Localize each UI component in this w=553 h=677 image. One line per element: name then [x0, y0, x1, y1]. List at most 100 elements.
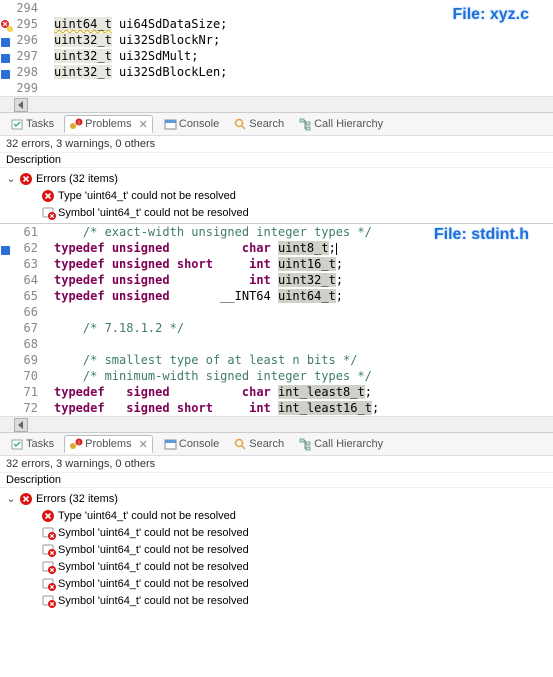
column-description-1[interactable]: Description [0, 152, 553, 168]
code-text: /* minimum-width signed integer types */ [54, 369, 372, 383]
code-line[interactable]: 66 [0, 304, 553, 320]
problem-text: Symbol 'uint64_t' could not be resolved [56, 207, 249, 219]
tab-call-hierarchy[interactable]: Call Hierarchy [294, 436, 387, 452]
problem-text: Symbol 'uint64_t' could not be resolved [56, 544, 249, 556]
problem-text: Symbol 'uint64_t' could not be resolved [56, 578, 249, 590]
console-icon [163, 437, 177, 451]
code-line[interactable]: 64typedef unsigned int uint32_t; [0, 272, 553, 288]
tree-errors-group[interactable]: ⌄ Errors (32 items) [0, 170, 553, 187]
code-line[interactable]: 65typedef unsigned __INT64 uint64_t; [0, 288, 553, 304]
code-line[interactable]: 297uint32_t ui32SdMult; [0, 48, 553, 64]
tab-search[interactable]: Search [229, 436, 288, 452]
problem-item[interactable]: Type 'uint64_t' could not be resolved [0, 507, 553, 524]
line-number: 297 [0, 49, 42, 63]
code-line[interactable]: 295uint64_t ui64SdDataSize; [0, 16, 553, 32]
code-line[interactable]: 294 [0, 0, 553, 16]
code-text: uint32_t ui32SdBlockLen; [54, 65, 227, 79]
code-text: typedef unsigned __INT64 uint64_t; [54, 289, 343, 303]
tab-problems[interactable]: Problems ✕ [64, 115, 153, 133]
problem-item[interactable]: Symbol 'uint64_t' could not be resolved [0, 558, 553, 575]
errors-group-label: Errors (32 items) [34, 173, 118, 185]
warning-multi-icon [40, 205, 56, 221]
tab-tasks[interactable]: Tasks [6, 436, 58, 452]
code-line[interactable]: 62typedef unsigned char uint8_t; [0, 240, 553, 256]
line-number: 69 [0, 353, 42, 367]
tab-label: Call Hierarchy [314, 438, 383, 450]
tab-close-x[interactable]: ✕ [139, 118, 148, 131]
code-line[interactable]: 69 /* smallest type of at least n bits *… [0, 352, 553, 368]
tab-problems[interactable]: Problems ✕ [64, 435, 153, 453]
error-icon [40, 188, 56, 204]
tab-search[interactable]: Search [229, 116, 288, 132]
warning-multi-icon [40, 542, 56, 558]
code-line[interactable]: 67 /* 7.18.1.2 */ [0, 320, 553, 336]
tab-label: Problems [85, 118, 131, 130]
code-text: typedef signed char int_least8_t; [54, 385, 372, 399]
error-icon [40, 508, 56, 524]
line-number: 72 [0, 401, 42, 415]
hscrollbar-top[interactable] [0, 96, 553, 112]
tasks-icon [10, 117, 24, 131]
code-text: typedef unsigned int uint32_t; [54, 273, 343, 287]
hscroll-left-arrow[interactable] [14, 418, 28, 432]
breakpoint-icon[interactable] [0, 51, 12, 63]
code-text: uint32_t ui32SdBlockNr; [54, 33, 220, 47]
code-line[interactable]: 298uint32_t ui32SdBlockLen; [0, 64, 553, 80]
code-text: typedef signed short int int_least16_t; [54, 401, 379, 415]
tab-label: Search [249, 438, 284, 450]
line-number: 295 [0, 17, 42, 31]
tree-errors-group[interactable]: ⌄ Errors (32 items) [0, 490, 553, 507]
hscrollbar-mid[interactable] [0, 416, 553, 432]
breakpoint-icon[interactable] [0, 35, 12, 47]
code-line[interactable]: 63 typedef unsigned short int uint16_t; [0, 256, 553, 272]
code-line[interactable]: 72 typedef signed short int int_least16_t… [0, 400, 553, 416]
tab-console[interactable]: Console [159, 116, 223, 132]
line-number: 294 [0, 1, 42, 15]
problem-item[interactable]: Symbol 'uint64_t' could not be resolved [0, 592, 553, 609]
problem-text: Type 'uint64_t' could not be resolved [56, 190, 236, 202]
column-description-2[interactable]: Description [0, 472, 553, 488]
breakpoint-icon[interactable] [0, 243, 12, 255]
problem-text: Symbol 'uint64_t' could not be resolved [56, 595, 249, 607]
status-counts-2: 32 errors, 3 warnings, 0 others [0, 456, 553, 472]
code-line[interactable]: 61 /* exact-width unsigned integer types… [0, 224, 553, 240]
code-line[interactable]: 70 /* minimum-width signed integer types… [0, 368, 553, 384]
tab-label: Console [179, 438, 219, 450]
line-number: 66 [0, 305, 42, 319]
tab-close-x[interactable]: ✕ [139, 438, 148, 451]
problem-text: Symbol 'uint64_t' could not be resolved [56, 527, 249, 539]
code-text: typedef unsigned short int uint16_t; [54, 257, 343, 271]
warning-multi-icon [40, 576, 56, 592]
errors-group-label: Errors (32 items) [34, 493, 118, 505]
tab-label: Problems [85, 438, 131, 450]
warning-multi-icon [40, 593, 56, 609]
tab-call-hierarchy[interactable]: Call Hierarchy [294, 116, 387, 132]
warning-multi-icon [40, 525, 56, 541]
error-bulb-icon[interactable] [0, 19, 12, 31]
tab-label: Call Hierarchy [314, 118, 383, 130]
code-line[interactable]: 299 [0, 80, 553, 96]
problem-item[interactable]: Type 'uint64_t' could not be resolved [0, 187, 553, 204]
line-number: 63 [0, 257, 42, 271]
line-number: 71 [0, 385, 42, 399]
line-number: 70 [0, 369, 42, 383]
code-line[interactable]: 71 typedef signed char int_least8_t; [0, 384, 553, 400]
twisty-down-icon[interactable]: ⌄ [4, 172, 18, 185]
problem-item[interactable]: Symbol 'uint64_t' could not be resolved [0, 524, 553, 541]
code-text: /* smallest type of at least n bits */ [54, 353, 357, 367]
code-line[interactable]: 68 [0, 336, 553, 352]
problem-item[interactable]: Symbol 'uint64_t' could not be resolved [0, 541, 553, 558]
breakpoint-icon[interactable] [0, 67, 12, 79]
editor-stdint: File: stdint.h 61 /* exact-width unsigne… [0, 223, 553, 432]
line-number: 299 [0, 81, 42, 95]
problems-tree-1: ⌄ Errors (32 items) Type 'uint64_t' coul… [0, 168, 553, 223]
search-icon [233, 117, 247, 131]
tab-tasks[interactable]: Tasks [6, 116, 58, 132]
tab-console[interactable]: Console [159, 436, 223, 452]
twisty-down-icon[interactable]: ⌄ [4, 492, 18, 505]
problem-item[interactable]: Symbol 'uint64_t' could not be resolved [0, 575, 553, 592]
code-line[interactable]: 296uint32_t ui32SdBlockNr; [0, 32, 553, 48]
problem-item[interactable]: Symbol 'uint64_t' could not be resolved [0, 204, 553, 221]
error-group-icon [18, 491, 34, 507]
hscroll-left-arrow[interactable] [14, 98, 28, 112]
